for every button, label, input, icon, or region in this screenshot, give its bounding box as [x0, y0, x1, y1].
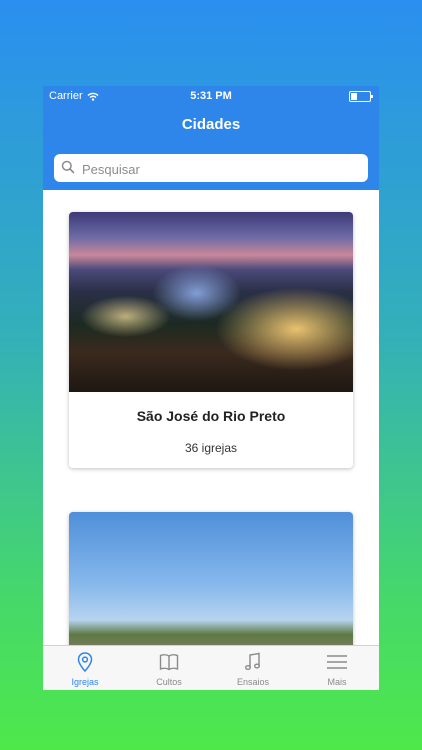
- city-card[interactable]: São José do Rio Preto 36 igrejas: [69, 212, 353, 468]
- search-icon: [61, 160, 75, 174]
- tab-label: Igrejas: [71, 677, 99, 687]
- church-count: 36 igrejas: [184, 441, 238, 455]
- tab-igrejas[interactable]: Igrejas: [43, 646, 127, 690]
- tab-mais[interactable]: Mais: [295, 646, 379, 690]
- tab-label: Cultos: [156, 677, 182, 687]
- tab-cultos[interactable]: Cultos: [127, 646, 211, 690]
- search-bar[interactable]: [54, 154, 368, 182]
- music-note-icon: [245, 652, 260, 670]
- tab-label: Mais: [327, 677, 347, 687]
- tab-ensaios[interactable]: Ensaios: [211, 646, 295, 690]
- search-input[interactable]: [80, 158, 364, 180]
- city-photo: [69, 212, 353, 392]
- tab-bar: Igrejas Cultos Ensaios Mais: [43, 645, 379, 690]
- city-name: São José do Rio Preto: [136, 408, 286, 424]
- tab-label: Ensaios: [236, 677, 270, 687]
- nav-header: Carrier 5:31 PM Cidades: [43, 86, 379, 190]
- status-bar: Carrier 5:31 PM: [43, 86, 379, 106]
- page-title: Cidades: [181, 116, 241, 133]
- map-pin-icon: [77, 652, 93, 673]
- clock: 5:31 PM: [190, 90, 232, 102]
- app-screen: Carrier 5:31 PM Cidades São José do Rio …: [43, 86, 379, 690]
- menu-icon: [327, 655, 347, 669]
- city-list[interactable]: São José do Rio Preto 36 igrejas: [43, 190, 379, 645]
- battery-icon: [349, 91, 373, 102]
- book-icon: [159, 654, 179, 671]
- city-card[interactable]: [69, 512, 353, 645]
- city-photo: [69, 512, 353, 645]
